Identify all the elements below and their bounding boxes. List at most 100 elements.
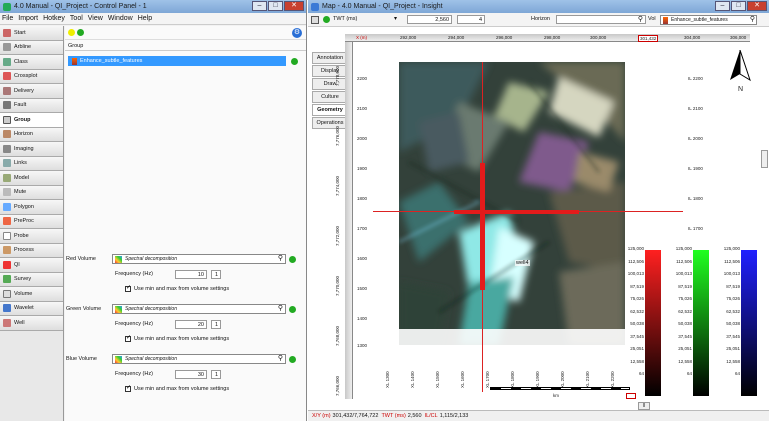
chevron-down-icon[interactable]: ▾ [394,15,397,22]
layout-icon[interactable] [311,16,319,24]
menu-import[interactable]: Import [18,15,38,22]
preproc-icon [3,217,11,226]
sidebar-item-arbline[interactable]: Arbline [0,40,63,55]
green-freq-step[interactable]: 1 [211,320,221,329]
menu-file[interactable]: File [2,15,13,22]
sidebar-item-imaging[interactable]: Imaging [0,142,63,157]
sidebar-item-qi[interactable]: QI [0,258,63,273]
sidebar-item-fault[interactable]: Fault [0,98,63,113]
red-minmax-checkbox[interactable]: Use min and max from volume settings [125,284,229,292]
tab-annotation[interactable]: Annotation [312,52,348,64]
twt-input[interactable]: 2,560 [407,15,452,24]
xl-tick: XL 2200 [610,371,615,388]
menu-view[interactable]: View [88,15,103,22]
vol-select[interactable]: Enhance_subtle_features [660,15,757,25]
colorbar-tick: 62,532 [726,308,740,314]
sidebar-item-probe[interactable]: Probe [0,229,63,244]
sidebar-item-mute[interactable]: Mute [0,185,63,200]
sidebar-item-crossplot[interactable]: Crossplot [0,69,63,84]
scroll-arrow-icon[interactable]: ll [638,402,650,410]
menu-tool[interactable]: Tool [70,15,83,22]
xl-tick: XL 1600 [460,371,465,388]
group-row-selected[interactable]: Enhance_subtle_features [68,56,286,66]
menu-hotkey[interactable]: Hotkey [43,15,65,22]
sidebar-item-class[interactable]: Class [0,55,63,70]
tab-display[interactable]: Display [312,65,348,77]
xl-tick: XL 1800 [510,371,515,388]
search-icon[interactable]: ⚲ [748,15,757,24]
y-tick: 1700 [357,226,368,231]
xl-tick: XL 1400 [410,371,415,388]
colorbar-tick: 25,051 [630,346,644,351]
menu-help[interactable]: Help [138,15,152,22]
minimize-button[interactable]: – [715,1,730,11]
red-volume-status [289,256,296,263]
tab-geometry[interactable]: Geometry [312,104,348,116]
sidebar-item-delivery[interactable]: Delivery [0,84,63,99]
scale-marker-icon [626,393,636,399]
status-twt-value: 2,560 [407,413,422,419]
sidebar-item-volume[interactable]: Volume [0,287,63,302]
tab-operations[interactable]: Operations [312,117,348,129]
search-icon[interactable]: ⚲ [636,15,645,24]
il-tick: IL 1700 [688,226,703,231]
colorbar-tick: 125,000 [675,246,692,251]
survey-icon [3,275,11,284]
sidebar-item-start[interactable]: Start [0,26,63,41]
green-freq-input[interactable]: 20 [175,320,207,329]
sidebar-item-preproc[interactable]: PreProc [0,214,63,229]
xl-tick: XL 2000 [560,371,565,388]
red-freq-step[interactable]: 1 [211,270,221,279]
green-volume-select[interactable]: Spectral decomposition [112,304,286,314]
blue-minmax-checkbox[interactable]: Use min and max from volume settings [125,384,229,392]
sidebar-item-horizon[interactable]: Horizon [0,127,63,142]
y-coord: 7,766,000 [335,375,340,396]
sidebar: Start Arbline Class Crossplot Delivery F… [0,26,64,421]
tab-draw[interactable]: Draw [312,78,348,90]
twt-step-input[interactable]: 4 [457,15,485,24]
search-icon[interactable]: ⚲ [276,304,285,313]
sidebar-item-links[interactable]: Links [0,156,63,171]
search-icon[interactable]: ⚲ [276,254,285,263]
maximize-button[interactable]: □ [731,1,746,11]
sidebar-item-survey[interactable]: Survey [0,272,63,287]
yellow-status-icon[interactable] [68,29,75,36]
control-panel-titlebar[interactable]: 4.0 Manual - QI_Project - Control Panel … [0,0,306,13]
well-label[interactable]: well4 [515,260,530,266]
sidebar-item-wavelet[interactable]: Wavelet [0,301,63,316]
blue-volume-select[interactable]: Spectral decomposition [112,354,286,364]
seismic-map-image[interactable] [399,62,625,345]
tab-culture[interactable]: Culture [312,91,348,103]
sidebar-item-model[interactable]: Model [0,171,63,186]
twt-dropdown[interactable]: TWT (ms) [333,16,357,22]
sidebar-item-group[interactable]: Group [0,113,63,128]
blue-freq-input[interactable]: 30 [175,370,207,379]
menu-window[interactable]: Window [108,15,133,22]
blue-freq-step[interactable]: 1 [211,370,221,379]
red-colorbar [645,250,661,396]
y-coord: 7,774,000 [335,175,340,196]
colorbar-tick: 100,013 [723,271,740,276]
maximize-button[interactable]: □ [268,1,283,11]
minimize-button[interactable]: – [252,1,267,11]
settings-icon[interactable]: ⚙ [292,28,302,38]
sidebar-item-polygon[interactable]: Polygon [0,200,63,215]
close-button[interactable]: ✕ [747,1,767,11]
north-label: N [738,86,744,93]
green-status-icon[interactable] [77,29,84,36]
red-volume-select[interactable]: Spectral decomposition [112,254,286,264]
colorbar-tick: 112,506 [724,258,740,264]
map-titlebar[interactable]: Map - 4.0 Manual - QI_Project - Insight … [308,0,769,13]
search-icon[interactable]: ⚲ [276,354,285,363]
colorbar-tick: 12,558 [678,358,692,364]
horizon-input[interactable] [556,15,646,24]
group-header: Group [65,40,306,51]
sidebar-item-process[interactable]: Process [0,243,63,258]
red-freq-input[interactable]: 10 [175,270,207,279]
scroll-handle[interactable] [761,150,768,168]
green-minmax-checkbox[interactable]: Use min and max from volume settings [125,334,229,342]
sidebar-item-well[interactable]: Well [0,316,63,331]
panel-toolbar: ⚙ [65,26,306,40]
colorbar-tick: 37,545 [726,333,740,339]
close-button[interactable]: ✕ [284,1,304,11]
